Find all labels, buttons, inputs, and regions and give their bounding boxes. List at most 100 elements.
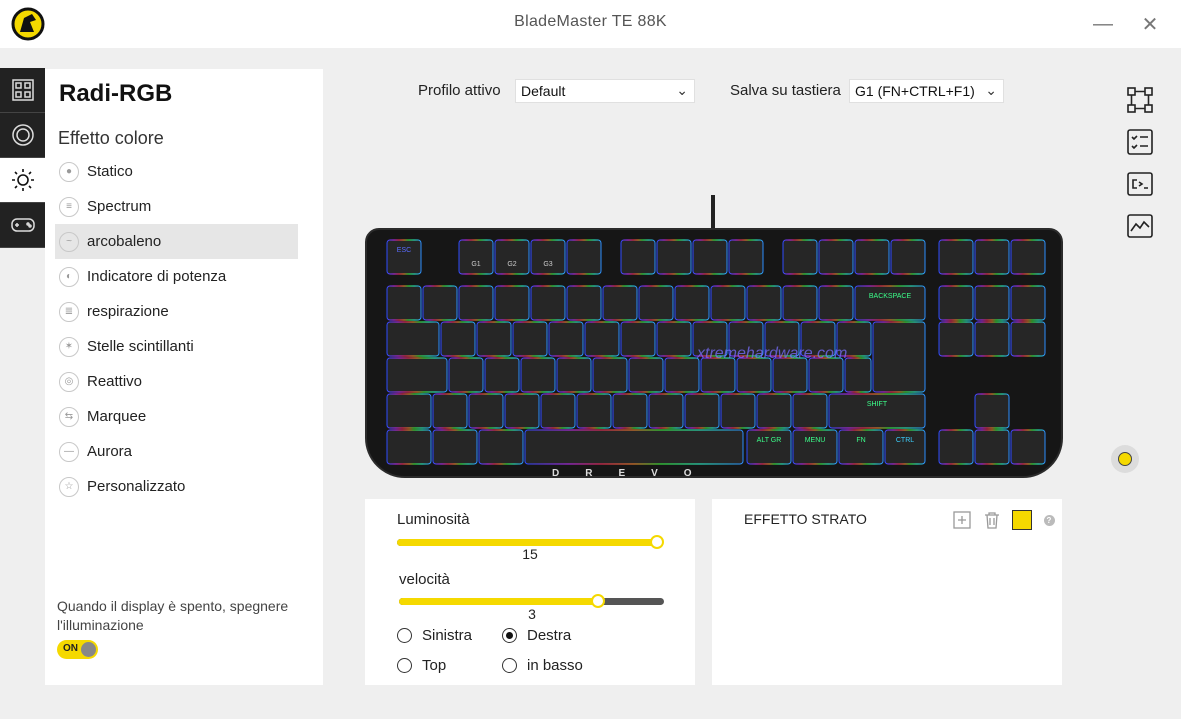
effect-item-reattivo[interactable]: ◎ Reattivo bbox=[55, 364, 298, 399]
effect-item-marquee[interactable]: ⇆ Marquee bbox=[55, 399, 298, 434]
profile-label: Profilo attivo bbox=[418, 82, 501, 99]
effect-reactive-icon: ◎ bbox=[59, 371, 79, 392]
delete-layer-button[interactable] bbox=[981, 509, 1003, 531]
direction-radio-top[interactable]: Top bbox=[397, 657, 446, 674]
radio-circle bbox=[397, 658, 412, 673]
speed-slider[interactable] bbox=[399, 594, 664, 608]
brightness-label: Luminosità bbox=[397, 511, 470, 528]
rail-dial-button[interactable] bbox=[0, 113, 45, 158]
rail-keys-button[interactable] bbox=[0, 68, 45, 113]
effect-breathing-icon: ≣ bbox=[59, 301, 79, 322]
effects-list: ● Statico ≡ Spectrum ~ arcobaleno ◐ Indicato… bbox=[55, 154, 298, 504]
effect-label: Reattivo bbox=[87, 373, 143, 390]
effect-label: Aurora bbox=[87, 443, 133, 460]
radio-label: in basso bbox=[527, 657, 583, 674]
minimize-button[interactable]: — bbox=[1089, 10, 1117, 38]
effect-item-stelle[interactable]: ✶ Stelle scintillanti bbox=[55, 329, 298, 364]
key-esc: ESC bbox=[397, 247, 411, 254]
effect-stars-icon: ✶ bbox=[59, 336, 79, 357]
effect-item-indicatore[interactable]: ◐ Indicatore di potenza bbox=[55, 259, 298, 294]
key-backspace: BACKSPACE bbox=[869, 293, 912, 300]
keyboard-preview: ESC G1 G2 G3 BACKSPACE SHIFT ALT GR MENU… bbox=[365, 195, 1063, 485]
save-label: Salva su tastiera bbox=[730, 82, 841, 99]
keys-grid-icon bbox=[11, 79, 34, 101]
effect-aurora-icon: — bbox=[59, 441, 79, 462]
radio-label: Top bbox=[422, 657, 447, 674]
effect-marquee-icon: ⇆ bbox=[59, 406, 79, 427]
effect-power-icon: ◐ bbox=[59, 266, 79, 287]
checklist-button[interactable] bbox=[1124, 126, 1156, 158]
add-layer-button[interactable] bbox=[951, 509, 973, 531]
title-bar: BladeMaster TE 88K — ✕ bbox=[0, 0, 1181, 48]
key-g1: G1 bbox=[471, 261, 480, 268]
direction-radio-right[interactable]: Destra bbox=[502, 627, 571, 644]
brightness-value: 15 bbox=[522, 546, 538, 562]
effect-rainbow-icon: ~ bbox=[59, 231, 79, 252]
effect-item-arcobaleno[interactable]: ~ arcobaleno bbox=[55, 224, 298, 259]
direction-radio-bottom[interactable]: in basso bbox=[502, 657, 583, 674]
effect-label: Statico bbox=[87, 163, 133, 180]
add-layer-icon bbox=[953, 511, 971, 529]
layer-color-button[interactable] bbox=[1011, 509, 1033, 531]
effect-label: Stelle scintillanti bbox=[87, 338, 194, 355]
speed-fill bbox=[399, 598, 598, 605]
brightness-slider[interactable] bbox=[397, 535, 664, 549]
watermark-text: xtremehardware.com bbox=[696, 345, 847, 362]
monitor-chart-icon bbox=[1127, 214, 1153, 238]
effect-label: Personalizzato bbox=[87, 478, 186, 495]
key-fn: FN bbox=[856, 437, 865, 444]
speed-label: velocità bbox=[399, 571, 450, 588]
display-off-note: Quando il display è spento, spegnere l'i… bbox=[57, 598, 289, 633]
key-g3: G3 bbox=[543, 261, 552, 268]
display-off-toggle[interactable]: ON bbox=[57, 640, 98, 659]
effect-item-statico[interactable]: ● Statico bbox=[55, 154, 298, 189]
gamepad-icon bbox=[10, 218, 35, 232]
terminal-button[interactable] bbox=[1124, 168, 1156, 200]
terminal-icon bbox=[1127, 172, 1153, 196]
effect-spectrum-icon: ≡ bbox=[59, 196, 79, 217]
app-title: BladeMaster TE 88K bbox=[514, 13, 667, 30]
layer-color-swatch bbox=[1012, 510, 1032, 530]
layout-button[interactable] bbox=[1124, 84, 1156, 116]
effect-label: respirazione bbox=[87, 303, 169, 320]
layer-effect-panel: EFFETTO STRATO ? bbox=[712, 499, 1062, 685]
help-icon: ? bbox=[1043, 514, 1055, 526]
radio-label: Sinistra bbox=[422, 627, 473, 644]
save-slot-value: G1 (FN+CTRL+F1) bbox=[855, 83, 975, 99]
help-button[interactable]: ? bbox=[1038, 509, 1060, 531]
layout-icon bbox=[1127, 87, 1153, 113]
section-title: Effetto colore bbox=[58, 128, 164, 148]
effect-item-respirazione[interactable]: ≣ respirazione bbox=[55, 294, 298, 329]
direction-radio-left[interactable]: Sinistra bbox=[397, 627, 472, 644]
chevron-down-icon: ⌄ bbox=[676, 82, 688, 98]
radio-label: Destra bbox=[527, 627, 572, 644]
profile-select[interactable]: Default ⌄ bbox=[515, 79, 695, 103]
speed-value: 3 bbox=[528, 606, 536, 622]
close-button[interactable]: ✕ bbox=[1136, 10, 1164, 38]
radio-circle bbox=[397, 628, 412, 643]
layer-title: EFFETTO STRATO bbox=[744, 511, 867, 527]
brightness-fill bbox=[397, 539, 657, 546]
trash-icon bbox=[985, 512, 999, 529]
brand-logo: DREVO bbox=[552, 468, 718, 479]
checklist-icon bbox=[1127, 129, 1153, 155]
effect-static-icon: ● bbox=[59, 161, 79, 182]
brightness-thumb[interactable] bbox=[650, 535, 664, 549]
speed-thumb[interactable] bbox=[590, 594, 605, 608]
color-picker-button[interactable] bbox=[1111, 445, 1139, 473]
save-slot-select[interactable]: G1 (FN+CTRL+F1) ⌄ bbox=[849, 79, 1004, 103]
rail-lighting-button[interactable] bbox=[0, 158, 45, 203]
toggle-label: ON bbox=[63, 643, 78, 654]
key-menu: MENU bbox=[805, 437, 826, 444]
effect-label: Indicatore di potenza bbox=[87, 268, 227, 285]
effect-item-spectrum[interactable]: ≡ Spectrum bbox=[55, 189, 298, 224]
effect-item-aurora[interactable]: — Aurora bbox=[55, 434, 298, 469]
sun-lighting-icon bbox=[11, 169, 34, 191]
rail-game-button[interactable] bbox=[0, 203, 45, 248]
effect-item-personalizzato[interactable]: ☆ Personalizzato bbox=[55, 469, 298, 504]
settings-panel: Luminosità 15 velocità 3 Sinistra Destra… bbox=[365, 499, 695, 685]
key-shift: SHIFT bbox=[867, 401, 888, 408]
dial-icon bbox=[11, 124, 34, 146]
panel-title: Radi-RGB bbox=[59, 80, 173, 107]
monitor-button[interactable] bbox=[1124, 210, 1156, 242]
